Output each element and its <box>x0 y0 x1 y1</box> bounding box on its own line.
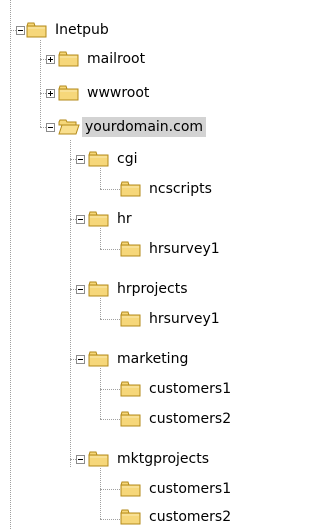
collapse-icon[interactable] <box>76 355 85 364</box>
folder-icon <box>88 211 109 227</box>
tree-node-hrprojects[interactable]: hrprojects <box>0 277 220 301</box>
folder-icon <box>88 281 109 297</box>
folder-tree: Inetpub mailroot wwwroot yourdomain.com <box>0 0 302 529</box>
folder-icon <box>120 241 141 257</box>
tree-node-label[interactable]: ncscripts <box>146 179 215 199</box>
collapse-icon[interactable] <box>16 26 25 35</box>
folder-icon <box>120 381 141 397</box>
tree-node-mktgprojects[interactable]: mktgprojects <box>0 447 240 471</box>
tree-node-label[interactable]: customers2 <box>146 507 234 527</box>
collapse-icon[interactable] <box>76 455 85 464</box>
tree-node-wwwroot[interactable]: wwwroot <box>0 81 200 105</box>
folder-icon <box>58 51 79 67</box>
tree-node-label[interactable]: hr <box>114 209 135 229</box>
tree-node-hrsurvey1[interactable]: hrsurvey1 <box>0 237 250 261</box>
tree-node-label[interactable]: hrsurvey1 <box>146 309 223 329</box>
collapse-icon[interactable] <box>46 123 55 132</box>
tree-node-label[interactable]: wwwroot <box>84 83 152 103</box>
tree-node-yourdomain[interactable]: yourdomain.com <box>0 115 300 139</box>
plus-icon[interactable] <box>46 89 55 98</box>
tree-node-label[interactable]: mktgprojects <box>114 449 212 469</box>
tree-node-customers1[interactable]: customers1 <box>0 477 300 501</box>
folder-icon <box>120 509 141 525</box>
tree-node-cgi[interactable]: cgi <box>0 147 200 171</box>
folder-icon <box>88 351 109 367</box>
folder-icon <box>88 451 109 467</box>
tree-node-marketing[interactable]: marketing <box>0 347 220 371</box>
plus-icon[interactable] <box>46 55 55 64</box>
tree-node-inetpub[interactable]: Inetpub <box>0 18 160 42</box>
collapse-icon[interactable] <box>76 155 85 164</box>
tree-node-ncscripts[interactable]: ncscripts <box>0 177 250 201</box>
tree-node-label[interactable]: cgi <box>114 149 140 169</box>
tree-node-customers1[interactable]: customers1 <box>0 377 300 401</box>
collapse-icon[interactable] <box>76 215 85 224</box>
tree-node-label[interactable]: hrprojects <box>114 279 191 299</box>
tree-node-label[interactable]: customers1 <box>146 379 234 399</box>
folder-icon <box>120 411 141 427</box>
tree-node-customers2[interactable]: customers2 <box>0 407 300 431</box>
folder-icon <box>88 151 109 167</box>
tree-node-label[interactable]: marketing <box>114 349 191 369</box>
tree-node-label[interactable]: mailroot <box>84 49 148 69</box>
tree-node-label[interactable]: hrsurvey1 <box>146 239 223 259</box>
folder-icon <box>120 181 141 197</box>
folder-icon <box>120 311 141 327</box>
tree-node-customers2[interactable]: customers2 <box>0 505 300 529</box>
collapse-icon[interactable] <box>76 285 85 294</box>
folder-icon <box>120 481 141 497</box>
tree-node-hrsurvey1[interactable]: hrsurvey1 <box>0 307 250 331</box>
folder-icon <box>58 85 79 101</box>
tree-node-label[interactable]: customers1 <box>146 479 234 499</box>
tree-node-label[interactable]: customers2 <box>146 409 234 429</box>
folder-icon <box>26 22 47 38</box>
tree-node-mailroot[interactable]: mailroot <box>0 47 200 71</box>
open-folder-icon <box>58 119 80 135</box>
tree-node-label[interactable]: yourdomain.com <box>82 117 207 137</box>
tree-node-hr[interactable]: hr <box>0 207 200 231</box>
tree-node-label[interactable]: Inetpub <box>52 20 112 40</box>
